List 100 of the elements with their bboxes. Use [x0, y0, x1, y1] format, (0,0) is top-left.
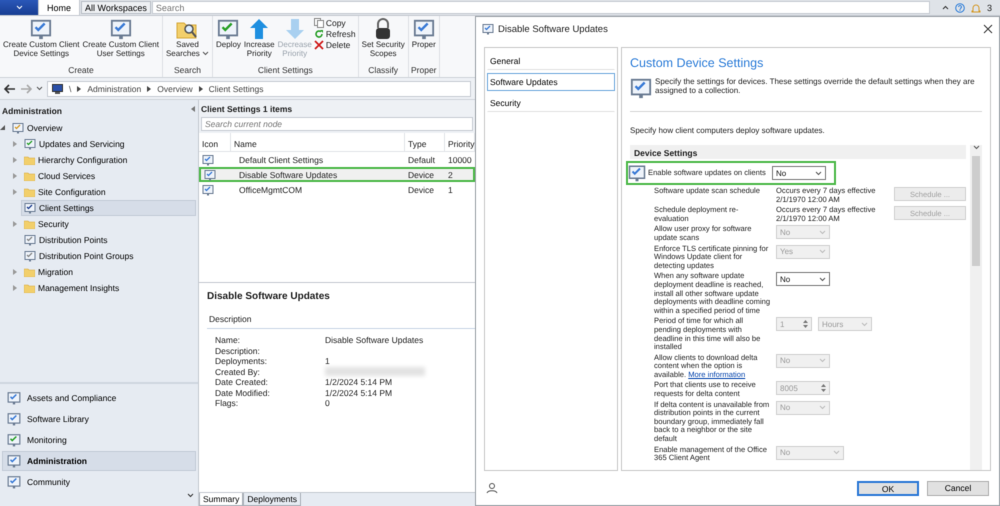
property-label: Date Created:: [215, 377, 269, 388]
tree-item[interactable]: Migration: [21, 264, 196, 280]
user-icon: [486, 482, 498, 494]
tree-item[interactable]: Hierarchy Configuration: [21, 152, 196, 168]
ribbon-button[interactable]: Increase Priority: [242, 18, 276, 58]
tree-item[interactable]: Cloud Services: [21, 168, 196, 184]
dropdown-caret-icon: [187, 493, 194, 498]
dropdown[interactable]: No: [772, 166, 826, 180]
ribbon-small-button[interactable]: Copy: [314, 18, 356, 28]
dialog-button[interactable]: Cancel: [927, 480, 989, 496]
app-menu-button[interactable]: [0, 0, 38, 15]
arrow-down-icon: [284, 18, 306, 40]
property-label: Date Modified:: [215, 388, 271, 398]
ribbon-button[interactable]: Proper: [410, 18, 437, 49]
spin-arrows-icon: [803, 320, 808, 328]
tree-item[interactable]: Security: [21, 216, 196, 232]
tree-item[interactable]: Site Configuration: [21, 184, 196, 200]
details-title: Disable Software Updates: [207, 291, 331, 304]
ribbon-group-label: Client Settings: [256, 65, 314, 77]
breadcrumb-item[interactable]: Client Settings: [208, 84, 264, 94]
dropdown[interactable]: No: [776, 272, 830, 286]
column-header[interactable]: Type: [405, 133, 445, 152]
table-cell-text: OfficeMgmtCOM: [238, 184, 304, 197]
search-field[interactable]: Search: [152, 1, 930, 14]
property-label: Name:: [215, 335, 242, 346]
arrow-up-icon: [248, 18, 270, 40]
table-cell: Device: [405, 167, 445, 182]
tree-item[interactable]: Overview: [9, 120, 196, 136]
property-value: Disable Software Updates: [325, 335, 424, 346]
workspace-item[interactable]: Monitoring: [2, 430, 196, 450]
expand-arrow-icon[interactable]: [12, 285, 18, 291]
column-header[interactable]: Name: [231, 133, 405, 152]
ribbon-group-label: Search: [173, 65, 202, 77]
property-value: 1: [325, 356, 331, 366]
ribbon-button[interactable]: Create Custom Client User Settings: [81, 18, 160, 58]
table-cell-text: Device: [407, 184, 435, 196]
dialog-button[interactable]: OK: [857, 480, 919, 496]
chevron-up-icon[interactable]: [942, 5, 949, 10]
ribbon-button[interactable]: Set Security Scopes: [360, 18, 406, 58]
close-button[interactable]: [983, 24, 993, 34]
expand-arrow-icon[interactable]: [12, 157, 18, 163]
dropdown-caret-icon: [819, 358, 826, 364]
back-arrow-icon[interactable]: [4, 84, 16, 94]
tab[interactable]: Deployments: [243, 493, 301, 506]
scrollbar[interactable]: [970, 145, 982, 470]
workspace-item[interactable]: Community: [2, 472, 196, 492]
expand-arrow-icon[interactable]: [12, 221, 18, 227]
workspace-item[interactable]: Administration: [2, 451, 196, 471]
tab[interactable]: Summary: [199, 493, 244, 506]
property-value: 1/2/2024 5:14 PM: [325, 388, 394, 398]
section-heading: Custom Device Settings: [630, 56, 764, 70]
separator-arrow-icon: [77, 86, 82, 92]
computer-icon: [52, 84, 63, 94]
breadcrumb-item[interactable]: Administration: [87, 84, 142, 94]
expand-arrow-icon[interactable]: [12, 189, 18, 195]
ribbon-button[interactable]: Create Custom Client Device Settings: [2, 18, 80, 58]
ribbon-small-button[interactable]: Refresh: [314, 29, 356, 39]
breadcrumb-item[interactable]: \: [69, 84, 72, 94]
dropdown-caret-icon: [819, 276, 826, 282]
table-cell-text: Default Client Settings: [238, 154, 324, 167]
ribbon-button[interactable]: Deploy: [215, 18, 242, 49]
property-label: Created By:: [215, 366, 261, 377]
page-item[interactable]: Software Updates: [487, 73, 615, 91]
forward-arrow-icon[interactable]: [20, 84, 32, 94]
group-header: Device Settings: [630, 145, 966, 159]
folder-icon: [24, 172, 35, 180]
expand-arrow-icon[interactable]: [12, 173, 18, 179]
monitor-icon: [7, 433, 21, 447]
table-cell: Disable Software Updates: [231, 167, 405, 182]
window-title: Disable Software Updates: [498, 24, 609, 34]
help-icon[interactable]: [954, 2, 965, 12]
dropdown-caret-icon: [819, 405, 826, 410]
collapse-arrow-icon[interactable]: [191, 106, 196, 112]
dropdown-caret-icon: [36, 86, 43, 91]
expand-arrow-icon[interactable]: [12, 141, 18, 147]
property-label: Deployments:: [215, 356, 268, 366]
breadcrumb-item[interactable]: Overview: [157, 84, 193, 94]
description-text: Specify the settings for devices. These settings override the default settings when they are assigned to a collection.: [655, 77, 976, 95]
bell-icon[interactable]: [970, 2, 981, 12]
collapse-arrow-icon[interactable]: [0, 125, 6, 131]
table-cell-text: 10000: [447, 154, 473, 166]
ribbon-small-button[interactable]: Delete: [314, 40, 356, 50]
expand-arrow-icon[interactable]: [12, 269, 18, 275]
tree-item[interactable]: Client Settings: [21, 200, 196, 216]
list-title: Client Settings 1 items: [201, 104, 294, 114]
column-header[interactable]: Icon: [199, 133, 231, 152]
workspace-item[interactable]: Assets and Compliance: [2, 388, 196, 408]
refresh-icon: [314, 29, 324, 39]
ribbon-tab[interactable]: Home: [38, 0, 80, 15]
scroll-thumb[interactable]: [972, 156, 980, 266]
property-label: Description:: [215, 346, 261, 356]
tree-item[interactable]: Management Insights: [21, 280, 196, 296]
folder-icon: [24, 284, 35, 292]
search-field[interactable]: Search current node: [201, 117, 473, 131]
tree-item[interactable]: Distribution Points: [21, 232, 196, 248]
tree-item[interactable]: Updates and Servicing: [21, 136, 196, 152]
workspace-item[interactable]: Software Library: [2, 409, 196, 429]
ribbon-button[interactable]: Saved Searches: [164, 18, 210, 58]
tree-item[interactable]: Distribution Point Groups: [21, 248, 196, 264]
workspaces-button[interactable]: All Workspaces: [81, 1, 151, 14]
